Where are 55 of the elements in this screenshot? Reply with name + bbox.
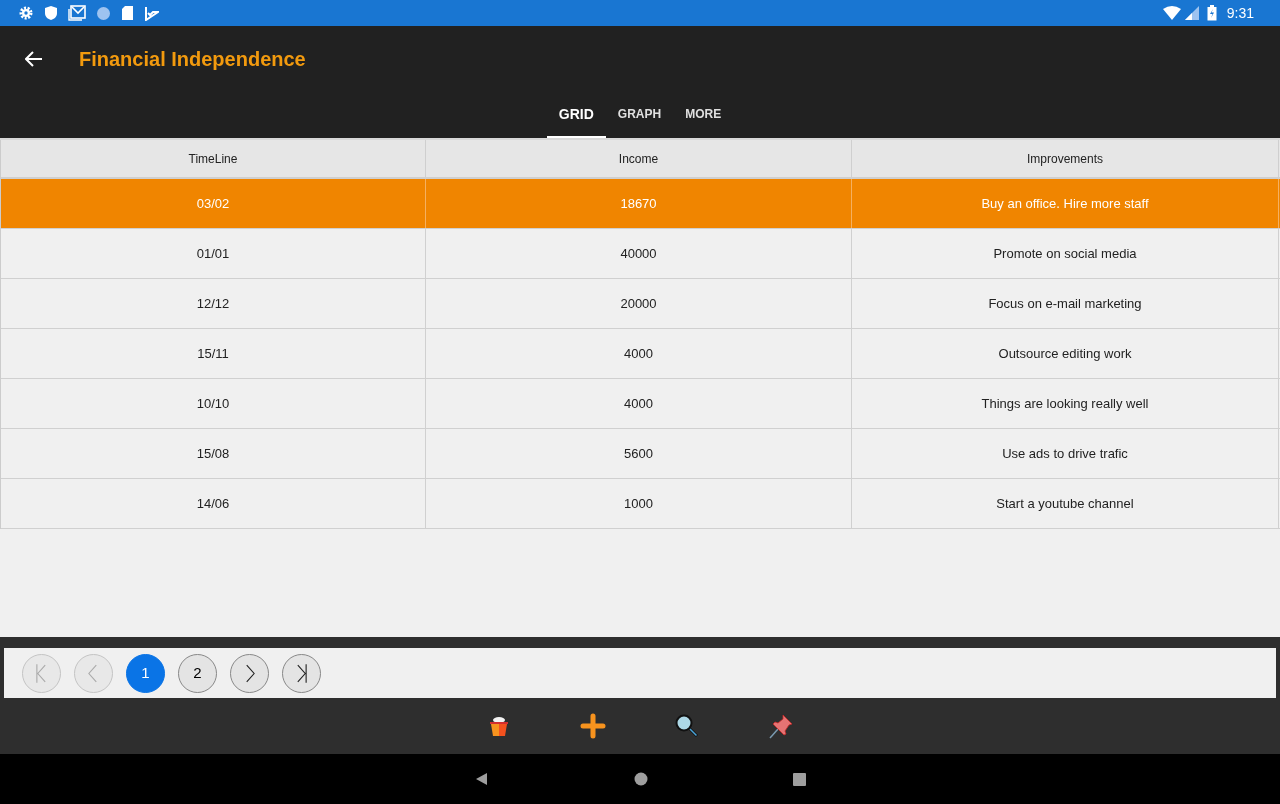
next-page-button[interactable]: [230, 653, 269, 693]
gear-icon: [18, 5, 34, 21]
back-arrow-icon: [25, 51, 43, 67]
mail-icon: [68, 5, 86, 21]
table-cell: Promote on social media: [852, 229, 1279, 278]
chevron-bar-right-icon: [297, 663, 307, 683]
sd-card-icon: [121, 5, 134, 21]
last-page-button[interactable]: [282, 653, 321, 693]
table-cell: 12/12: [1, 279, 426, 328]
table-cell: 15/08: [1, 429, 426, 478]
table-cell: 4000: [426, 379, 852, 428]
column-header[interactable]: Improvements: [852, 140, 1279, 177]
table-cell: 10/10: [1, 379, 426, 428]
chevron-left-icon: [88, 664, 97, 682]
circle-icon: [96, 5, 111, 21]
check-flag-icon: [144, 5, 159, 21]
table-row[interactable]: 12/12 20000 Focus on e-mail marketing: [1, 279, 1280, 329]
shield-icon: [44, 5, 58, 21]
tab[interactable]: MORE: [673, 92, 734, 138]
table-cell: 14/06: [1, 479, 426, 528]
table-cell: Buy an office. Hire more staff: [852, 179, 1279, 228]
table-cell: Use ads to drive trafic: [852, 429, 1279, 478]
page-button[interactable]: 1: [126, 653, 165, 693]
signal-icon: [1184, 6, 1199, 20]
chevron-right-icon: [246, 664, 255, 682]
table-row[interactable]: 14/06 1000 Start a youtube channel: [1, 479, 1280, 529]
table-cell: 03/02: [1, 179, 426, 228]
table-cell: Focus on e-mail marketing: [852, 279, 1279, 328]
clock-time: 9:31: [1226, 3, 1254, 23]
page-button[interactable]: 2: [178, 653, 217, 693]
table-cell: 4000: [426, 329, 852, 378]
table-row[interactable]: 15/11 4000 Outsource editing work: [1, 329, 1280, 379]
back-nav-icon[interactable]: [474, 772, 489, 786]
table-cell: Start a youtube channel: [852, 479, 1279, 528]
table-cell: Things are looking really well: [852, 379, 1279, 428]
table-cell: 1000: [426, 479, 852, 528]
table-cell: 20000: [426, 279, 852, 328]
bar-chevron-left-icon: [36, 663, 46, 683]
recents-nav-icon[interactable]: [792, 772, 806, 786]
wifi-icon: [1162, 6, 1181, 20]
table-row[interactable]: 15/08 5600 Use ads to drive trafic: [1, 429, 1280, 479]
table-row[interactable]: 10/10 4000 Things are looking really well: [1, 379, 1280, 429]
column-header[interactable]: TimeLine: [1, 140, 426, 177]
table-row[interactable]: 01/01 40000 Promote on social media: [1, 229, 1280, 279]
home-nav-icon[interactable]: [633, 772, 648, 786]
battery-icon: [1206, 5, 1217, 21]
table-cell: 15/11: [1, 329, 426, 378]
app-title: Financial Independence: [79, 47, 306, 72]
column-header[interactable]: Income: [426, 140, 852, 177]
table-cell: Outsource editing work: [852, 329, 1279, 378]
table-cell: 01/01: [1, 229, 426, 278]
table-cell: 18670: [426, 179, 852, 228]
tab[interactable]: GRAPH: [605, 92, 674, 138]
table-cell: 40000: [426, 229, 852, 278]
table-cell: 5600: [426, 429, 852, 478]
